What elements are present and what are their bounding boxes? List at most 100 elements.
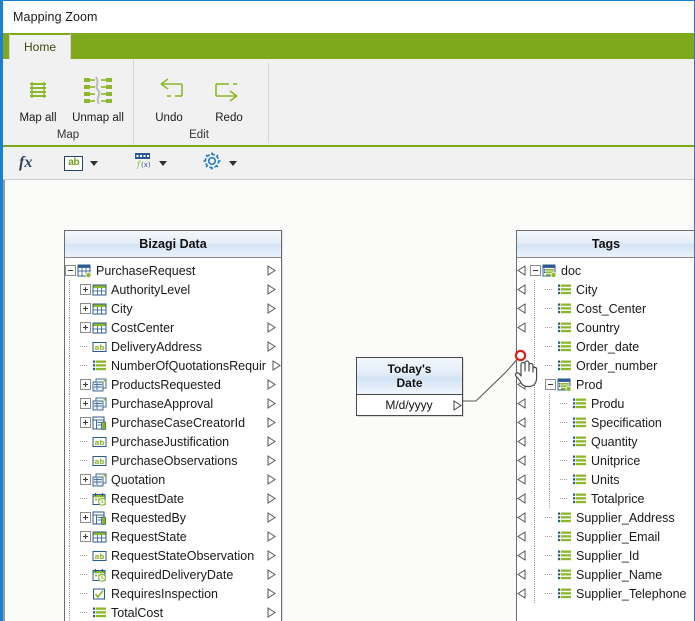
output-port-triangle[interactable] <box>267 436 276 447</box>
tree-row[interactable]: Specification <box>517 413 694 432</box>
collapse-node-button[interactable] <box>545 379 556 390</box>
output-port-triangle[interactable] <box>267 588 276 599</box>
tree-row[interactable]: CostCenter <box>65 318 281 337</box>
undo-button[interactable]: Undo <box>140 65 198 124</box>
expand-node-button[interactable] <box>80 512 91 523</box>
expand-node-button[interactable] <box>80 322 91 333</box>
redo-button[interactable]: Redo <box>200 65 258 124</box>
collapse-node-button[interactable] <box>65 265 76 276</box>
function-node-output-port[interactable] <box>453 399 462 411</box>
expand-node-button[interactable] <box>80 284 91 295</box>
tree-row[interactable]: Units <box>517 470 694 489</box>
input-port-triangle[interactable] <box>517 303 526 314</box>
input-port-triangle[interactable] <box>517 455 526 466</box>
numeric-format-dropdown-caret[interactable] <box>159 160 168 166</box>
tree-row[interactable]: RequestState <box>65 527 281 546</box>
output-port-triangle[interactable] <box>267 265 276 276</box>
settings-dropdown-caret[interactable] <box>229 160 238 166</box>
expand-node-button[interactable] <box>80 398 91 409</box>
tree-row[interactable]: AuthorityLevel <box>65 280 281 299</box>
output-port-triangle[interactable] <box>267 474 276 485</box>
output-port-triangle[interactable] <box>267 284 276 295</box>
collapse-node-button[interactable] <box>530 265 541 276</box>
tree-row[interactable]: RequiresInspection <box>65 584 281 603</box>
tree-row[interactable]: Supplier_Id <box>517 546 694 565</box>
tree-row[interactable]: ab RequestStateObservation <box>65 546 281 565</box>
tree-row[interactable]: Order_number <box>517 356 694 375</box>
settings-button[interactable] <box>202 151 222 176</box>
tree-row[interactable]: PurchaseCaseCreatorId <box>65 413 281 432</box>
output-port-triangle[interactable] <box>267 322 276 333</box>
output-port-triangle[interactable] <box>267 531 276 542</box>
input-port-triangle[interactable] <box>517 265 526 276</box>
tags-tree[interactable]: doc City Cost_Center Country Order_date … <box>517 258 694 603</box>
output-port-triangle[interactable] <box>267 493 276 504</box>
input-port-triangle[interactable] <box>517 284 526 295</box>
tree-row[interactable]: PurchaseRequest <box>65 261 281 280</box>
tree-row[interactable]: Totalprice <box>517 489 694 508</box>
output-port-triangle[interactable] <box>267 398 276 409</box>
tree-row[interactable]: NumberOfQuotationsRequir <box>65 356 281 375</box>
tree-row[interactable]: RequestedBy <box>65 508 281 527</box>
output-port-triangle[interactable] <box>267 303 276 314</box>
bizagi-data-tree[interactable]: PurchaseRequest AuthorityLevel City Cost… <box>65 258 281 621</box>
output-port-triangle[interactable] <box>267 417 276 428</box>
input-port-triangle[interactable] <box>517 379 526 390</box>
input-port-triangle[interactable] <box>517 474 526 485</box>
input-port-triangle[interactable] <box>517 550 526 561</box>
tree-row[interactable]: Order_date <box>517 337 694 356</box>
map-all-button[interactable]: Map all <box>9 65 67 124</box>
tree-row[interactable]: PurchaseApproval <box>65 394 281 413</box>
tree-row[interactable]: City <box>517 280 694 299</box>
expand-node-button[interactable] <box>80 417 91 428</box>
output-port-triangle[interactable] <box>267 569 276 580</box>
text-format-button[interactable]: ab <box>64 155 84 171</box>
expand-node-button[interactable] <box>80 531 91 542</box>
tree-row[interactable]: Quotation <box>65 470 281 489</box>
tree-row[interactable]: Prod <box>517 375 694 394</box>
input-port-triangle[interactable] <box>517 569 526 580</box>
output-port-triangle[interactable] <box>267 512 276 523</box>
connection-endpoint-selected[interactable] <box>515 350 526 361</box>
unmap-all-button[interactable]: Unmap all <box>69 65 127 124</box>
output-port-triangle[interactable] <box>272 360 281 371</box>
tree-row[interactable]: Country <box>517 318 694 337</box>
output-port-triangle[interactable] <box>267 379 276 390</box>
tree-row[interactable]: Quantity <box>517 432 694 451</box>
tree-row[interactable]: Unitprice <box>517 451 694 470</box>
tree-row[interactable]: Supplier_Telephone <box>517 584 694 603</box>
expand-node-button[interactable] <box>80 379 91 390</box>
tree-row[interactable]: ab PurchaseJustification <box>65 432 281 451</box>
mapping-canvas[interactable]: Bizagi Data PurchaseRequest AuthorityLev… <box>3 180 694 621</box>
tree-row[interactable]: RequestDate <box>65 489 281 508</box>
expand-node-button[interactable] <box>80 474 91 485</box>
tree-row[interactable]: City <box>65 299 281 318</box>
expand-node-button[interactable] <box>80 303 91 314</box>
output-port-triangle[interactable] <box>267 550 276 561</box>
tree-row[interactable]: doc <box>517 261 694 280</box>
fx-button[interactable]: fx <box>13 154 38 172</box>
tree-row[interactable]: ab PurchaseObservations <box>65 451 281 470</box>
output-port-triangle[interactable] <box>267 455 276 466</box>
tree-row[interactable]: TotalCost <box>65 603 281 621</box>
input-port-triangle[interactable] <box>517 322 526 333</box>
tree-row[interactable]: Cost_Center <box>517 299 694 318</box>
tree-row[interactable]: ProductsRequested <box>65 375 281 394</box>
tree-row[interactable]: Supplier_Address <box>517 508 694 527</box>
output-port-triangle[interactable] <box>267 341 276 352</box>
input-port-triangle[interactable] <box>517 512 526 523</box>
tree-row[interactable]: RequiredDeliveryDate <box>65 565 281 584</box>
tree-row[interactable]: Produ <box>517 394 694 413</box>
input-port-triangle[interactable] <box>517 493 526 504</box>
input-port-triangle[interactable] <box>517 531 526 542</box>
tree-row[interactable]: Supplier_Name <box>517 565 694 584</box>
tab-home[interactable]: Home <box>9 33 72 59</box>
text-format-dropdown-caret[interactable] <box>90 160 99 166</box>
tree-row[interactable]: Supplier_Email <box>517 527 694 546</box>
input-port-triangle[interactable] <box>517 436 526 447</box>
output-port-triangle[interactable] <box>267 607 276 618</box>
todays-date-function-node[interactable]: Today's Date M/d/yyyy <box>356 357 463 416</box>
input-port-triangle[interactable] <box>517 398 526 409</box>
numeric-format-button[interactable]: f (x) <box>133 152 152 174</box>
input-port-triangle[interactable] <box>517 588 526 599</box>
